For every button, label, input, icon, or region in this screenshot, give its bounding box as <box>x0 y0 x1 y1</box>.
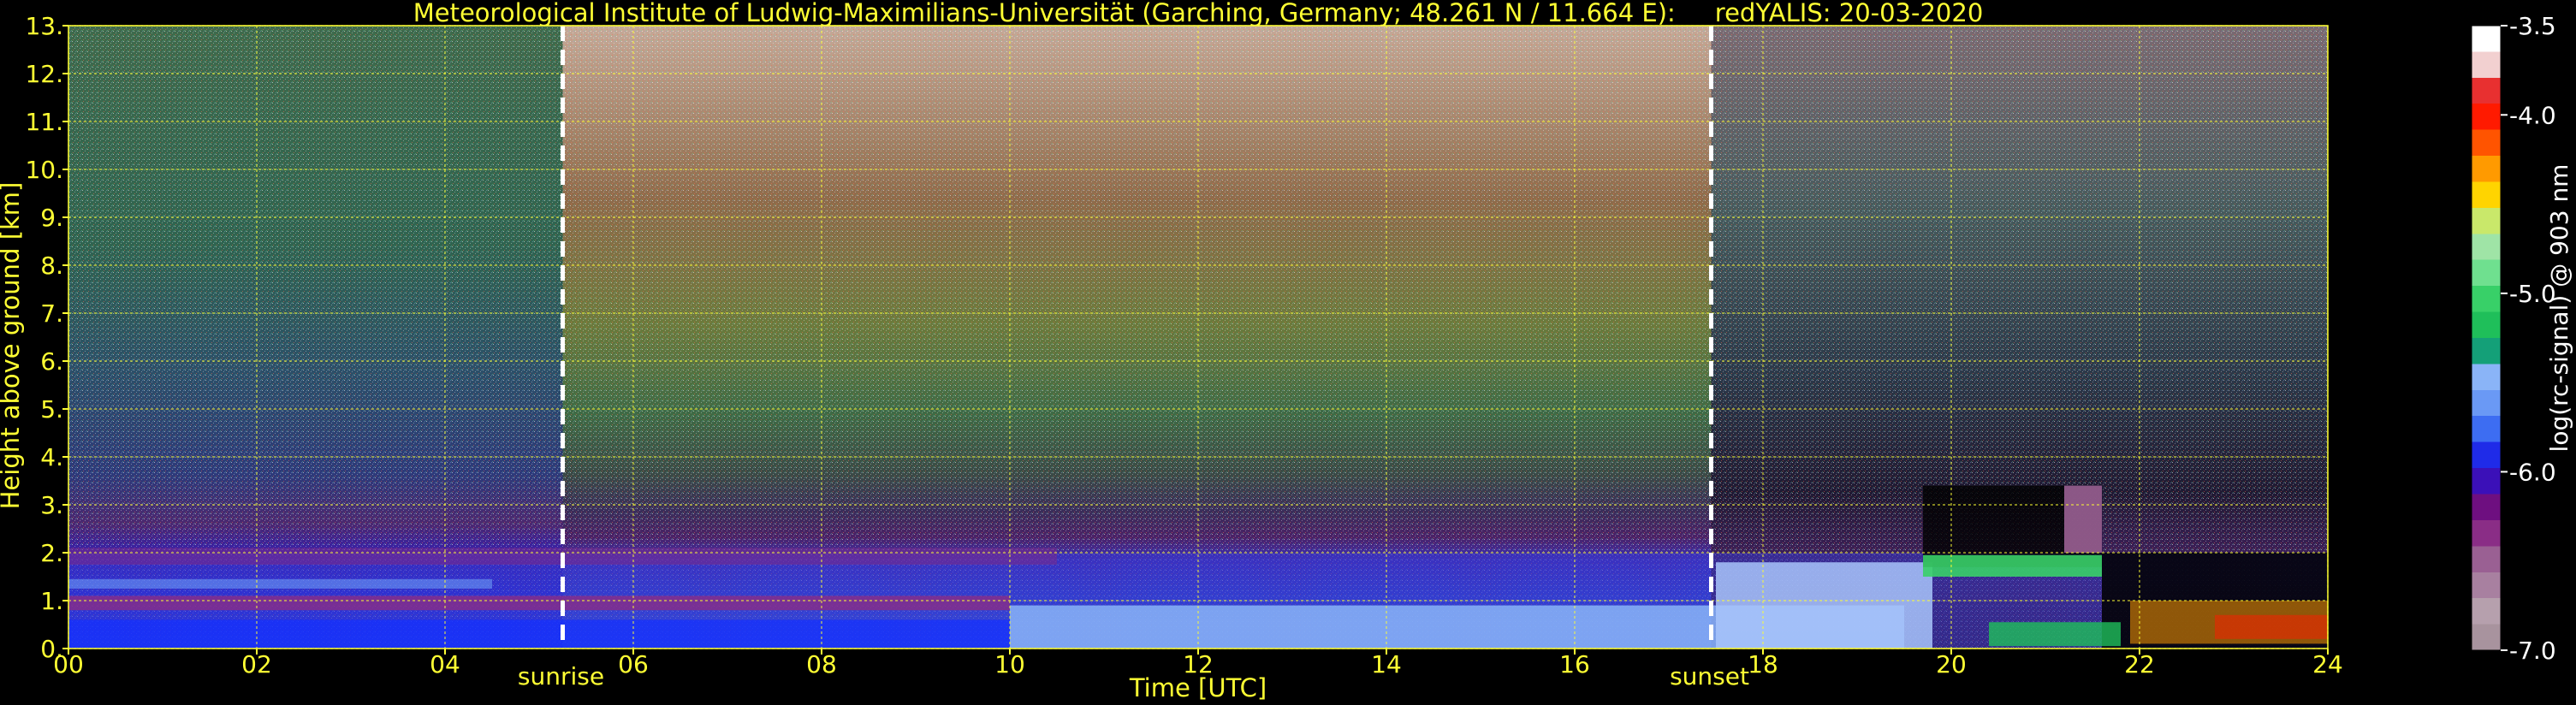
boundary-layer-bottom <box>68 619 1010 649</box>
y-tick-label: 2. <box>40 539 63 567</box>
y-tick-label: 7. <box>40 299 63 328</box>
y-tick-label: 8. <box>40 252 63 280</box>
x-tick-label: 08 <box>806 650 837 678</box>
y-tick-label: 12. <box>25 60 63 88</box>
cloud-base <box>1923 554 2102 577</box>
residual-layer <box>68 595 1010 611</box>
x-tick-label: 10 <box>994 650 1025 678</box>
colorbar-scale <box>2471 25 2502 651</box>
y-tick-label: 11. <box>25 108 63 136</box>
x-tick-label: 04 <box>430 650 460 678</box>
x-axis-label: Time [UTC] <box>1129 673 1267 702</box>
sunrise-label: sunrise <box>518 662 604 690</box>
aerosol-layer <box>68 578 492 589</box>
colorbar-label: log(rc-signal) @ 903 nm <box>2545 164 2573 453</box>
colorbar-tick-label: -7.0 <box>2509 637 2556 665</box>
y-tick-label: 3. <box>40 491 63 519</box>
y-tick-label: 1. <box>40 587 63 615</box>
y-tick-label: 13. <box>25 12 63 40</box>
x-tick-label: 16 <box>1559 650 1590 678</box>
x-tick-label: 06 <box>618 650 649 678</box>
cloud-tower <box>2064 485 2102 553</box>
colorbar-tick-label: -6.0 <box>2509 458 2556 486</box>
x-tick-label: 20 <box>1936 650 1967 678</box>
x-tick-label: 18 <box>1748 650 1778 678</box>
x-tick-label: 22 <box>2124 650 2155 678</box>
y-tick-label: 9. <box>40 204 63 232</box>
colorbar-tick-label: -4.0 <box>2509 101 2556 129</box>
colorbar-tick-label: -3.5 <box>2509 12 2556 40</box>
y-tick-label: 10. <box>25 156 63 184</box>
y-tick-label: 6. <box>40 347 63 376</box>
sunset-label: sunset <box>1670 662 1749 690</box>
lidar-chart: sunrise sunset 00 02 04 06 08 10 12 14 16 18 20 22 24… <box>0 12 2573 702</box>
x-tick-label: 14 <box>1371 650 1402 678</box>
evening-aerosol <box>1716 562 1932 649</box>
y-tick-label: 4. <box>40 443 63 471</box>
y-axis-label: Height above ground [km] <box>0 182 25 510</box>
colorbar: -3.5-4.0-5.0-6.0-7.0log(rc-signal) @ 903… <box>2471 12 2573 665</box>
y-tick-label: 5. <box>40 395 63 424</box>
x-tick-label: 02 <box>241 650 272 678</box>
x-tick-label: 24 <box>2312 650 2343 678</box>
y-tick-label: 0. <box>40 635 63 663</box>
fog-layer <box>1989 622 2121 647</box>
low-cloud-core <box>2215 614 2328 639</box>
